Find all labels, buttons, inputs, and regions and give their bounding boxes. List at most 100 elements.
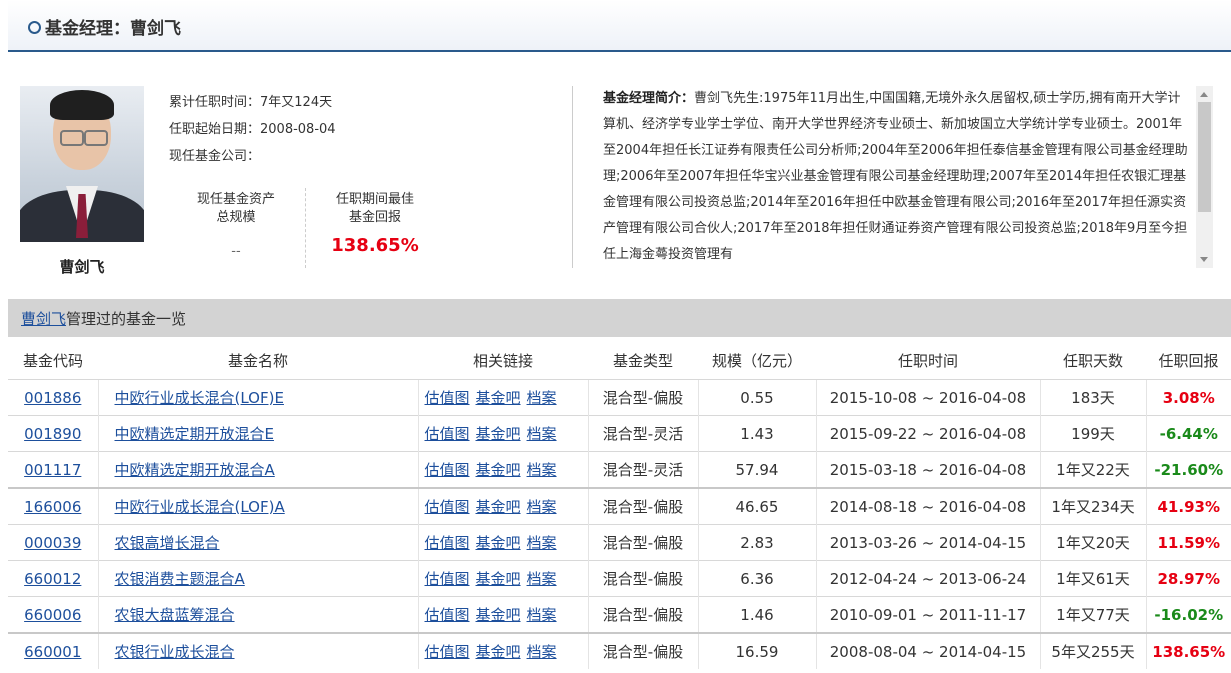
fund-profile-link[interactable]: 档案 <box>527 643 557 661</box>
fund-name-cell: 农银消费主题混合A <box>97 560 418 597</box>
table-row: 000039 农银高增长混合 估值图 基金吧 档案 混合型-偏股 2.83 2013-03-2… <box>8 524 1231 561</box>
manager-bio[interactable]: 基金经理简介：曹剑飞先生:1975年11月出生,中国国籍,无境外永久居留权,硕士… <box>603 86 1193 272</box>
nav-chart-link[interactable]: 估值图 <box>425 389 470 407</box>
tenure-text: 累计任职时间：7年又124天 <box>169 95 333 110</box>
related-links-cell: 估值图 基金吧 档案 <box>417 560 588 597</box>
fund-profile-link[interactable]: 档案 <box>527 461 557 479</box>
fund-code-link[interactable]: 660001 <box>24 643 81 661</box>
fund-code-cell: 660001 <box>8 632 98 669</box>
fund-size-cell: 6.36 <box>697 560 816 597</box>
company-text: 现任基金公司： <box>169 149 261 164</box>
fund-profile-link[interactable]: 档案 <box>527 534 557 552</box>
tenure-return-cell: 3.08% <box>1145 379 1231 416</box>
fund-name-link[interactable]: 中欧行业成长混合(LOF)A <box>115 498 285 516</box>
related-links-cell: 估值图 基金吧 档案 <box>417 379 588 416</box>
nav-chart-link[interactable]: 估值图 <box>425 534 470 552</box>
tenure-period-cell: 2015-10-08 ~ 2016-04-08 <box>815 379 1040 416</box>
fund-code-cell: 660012 <box>8 560 98 597</box>
fund-name-link[interactable]: 农银消费主题混合A <box>115 570 245 588</box>
nav-chart-link[interactable]: 估值图 <box>425 461 470 479</box>
return-label: 任职期间最佳 <box>335 192 414 207</box>
fund-code-link[interactable]: 001886 <box>24 389 81 407</box>
fund-profile-link[interactable]: 档案 <box>527 606 557 624</box>
tenure-return-cell: 11.59% <box>1145 524 1231 561</box>
tenure-days-cell: 1年又20天 <box>1039 524 1146 561</box>
nav-chart-link[interactable]: 估值图 <box>425 425 470 443</box>
fund-name-link[interactable]: 中欧精选定期开放混合A <box>115 461 275 479</box>
title-bar: 基金经理：曹剑飞 <box>8 0 1231 52</box>
bio-scrollbar[interactable] <box>1196 86 1213 268</box>
tenure-period-cell: 2008-08-04 ~ 2014-04-15 <box>815 632 1040 669</box>
fund-forum-link[interactable]: 基金吧 <box>476 643 521 661</box>
manager-name-link[interactable]: 曹剑飞 <box>21 310 66 328</box>
fund-code-cell: 001886 <box>8 379 98 416</box>
tenure-return-cell: -16.02% <box>1145 596 1231 633</box>
tenure-days-cell: 199天 <box>1039 415 1146 452</box>
nav-chart-link[interactable]: 估值图 <box>425 570 470 588</box>
fund-forum-link[interactable]: 基金吧 <box>476 389 521 407</box>
table-row: 001117 中欧精选定期开放混合A 估值图 基金吧 档案 混合型-灵活 57.94 2015… <box>8 451 1231 488</box>
fund-code-link[interactable]: 001890 <box>24 425 81 443</box>
col-header: 基金类型 <box>612 351 673 370</box>
fund-profile-link[interactable]: 档案 <box>527 425 557 443</box>
scroll-down-icon[interactable] <box>1200 257 1208 262</box>
nav-chart-link[interactable]: 估值图 <box>425 606 470 624</box>
fund-name-cell: 中欧精选定期开放混合A <box>97 451 418 488</box>
page-title: 基金经理：曹剑飞 <box>45 19 181 39</box>
fund-name-link[interactable]: 农银行业成长混合 <box>115 643 235 661</box>
fund-name-cell: 中欧行业成长混合(LOF)E <box>97 379 418 416</box>
tenure-days-cell: 1年又234天 <box>1039 487 1146 525</box>
fund-name-cell: 农银大盘蓝筹混合 <box>97 596 418 633</box>
tenure-days-cell: 183天 <box>1039 379 1146 416</box>
fund-forum-link[interactable]: 基金吧 <box>476 534 521 552</box>
fund-name-link[interactable]: 农银大盘蓝筹混合 <box>115 606 235 624</box>
manager-name: 曹剑飞 <box>59 258 105 276</box>
related-links-cell: 估值图 基金吧 档案 <box>417 487 588 525</box>
fund-code-link[interactable]: 001117 <box>24 461 81 479</box>
fund-size-cell: 57.94 <box>697 451 816 488</box>
tenure-period-cell: 2014-08-18 ~ 2016-04-08 <box>815 487 1040 525</box>
fund-code-link[interactable]: 166006 <box>24 498 81 516</box>
fund-forum-link[interactable]: 基金吧 <box>476 461 521 479</box>
fund-code-link[interactable]: 660006 <box>24 606 81 624</box>
fund-name-link[interactable]: 中欧行业成长混合(LOF)E <box>115 389 284 407</box>
table-row: 660006 农银大盘蓝筹混合 估值图 基金吧 档案 混合型-偏股 1.46 2010-09-… <box>8 596 1231 633</box>
start-date-text: 任职起始日期：2008-08-04 <box>169 122 336 137</box>
col-header: 基金代码 <box>22 351 83 370</box>
manager-photo <box>20 86 144 242</box>
fund-forum-link[interactable]: 基金吧 <box>476 425 521 443</box>
scroll-up-icon[interactable] <box>1200 92 1208 97</box>
nav-chart-link[interactable]: 估值图 <box>425 643 470 661</box>
scroll-thumb[interactable] <box>1198 102 1211 212</box>
col-header: 规模（亿元） <box>711 351 802 370</box>
table-row: 001886 中欧行业成长混合(LOF)E 估值图 基金吧 档案 混合型-偏股 0.55 20… <box>8 379 1231 416</box>
fund-profile-link[interactable]: 档案 <box>527 389 557 407</box>
nav-chart-link[interactable]: 估值图 <box>425 498 470 516</box>
tenure-period-cell: 2010-09-01 ~ 2011-11-17 <box>815 596 1040 633</box>
related-links-cell: 估值图 基金吧 档案 <box>417 524 588 561</box>
fund-type-cell: 混合型-偏股 <box>587 379 698 416</box>
fund-forum-link[interactable]: 基金吧 <box>476 498 521 516</box>
fund-code-link[interactable]: 000039 <box>24 534 81 552</box>
fund-code-cell: 001890 <box>8 415 98 452</box>
fund-forum-link[interactable]: 基金吧 <box>476 570 521 588</box>
col-header: 任职时间 <box>897 351 958 370</box>
fund-code-link[interactable]: 660012 <box>24 570 81 588</box>
fund-type-cell: 混合型-灵活 <box>587 451 698 488</box>
return-label-2: 基金回报 <box>348 210 401 225</box>
fund-profile-link[interactable]: 档案 <box>527 570 557 588</box>
fund-name-link[interactable]: 农银高增长混合 <box>115 534 220 552</box>
related-links-cell: 估值图 基金吧 档案 <box>417 596 588 633</box>
fund-type-cell: 混合型-偏股 <box>587 632 698 669</box>
asset-label: 现任基金资产 <box>196 192 275 207</box>
fund-forum-link[interactable]: 基金吧 <box>476 606 521 624</box>
fund-name-cell: 农银行业成长混合 <box>97 632 418 669</box>
fund-code-cell: 166006 <box>8 487 98 525</box>
tenure-return-cell: 41.93% <box>1145 487 1231 525</box>
fund-profile-link[interactable]: 档案 <box>527 498 557 516</box>
tenure-days-cell: 5年又255天 <box>1039 632 1146 669</box>
related-links-cell: 估值图 基金吧 档案 <box>417 415 588 452</box>
fund-name-link[interactable]: 中欧精选定期开放混合E <box>115 425 274 443</box>
tenure-return-cell: -6.44% <box>1145 415 1231 452</box>
fund-size-cell: 46.65 <box>697 487 816 525</box>
